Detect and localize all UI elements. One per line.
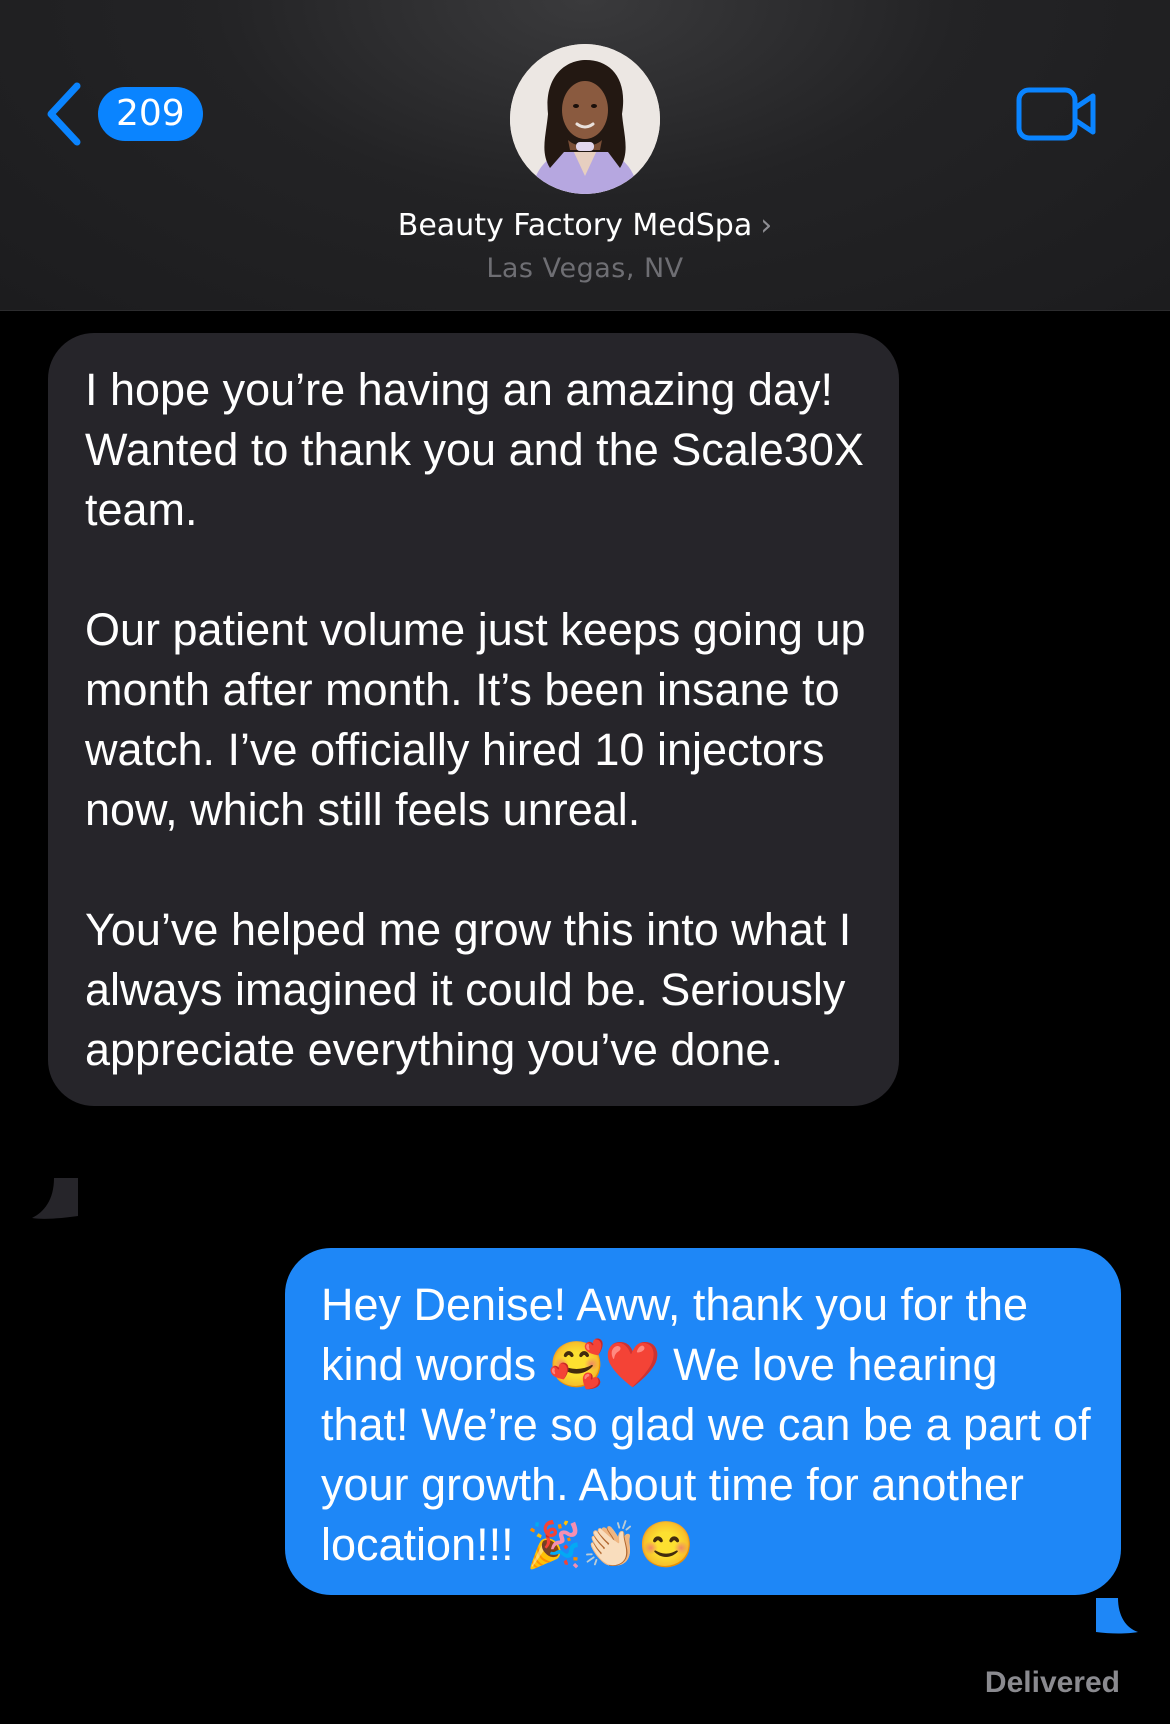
chevron-left-icon xyxy=(47,82,81,146)
incoming-message-bubble[interactable]: I hope you’re having an amazing day! Wan… xyxy=(48,333,899,1106)
incoming-bubble-tail xyxy=(32,1178,78,1219)
contact-name: Beauty Factory MedSpa xyxy=(397,208,753,243)
avatar[interactable] xyxy=(510,44,660,194)
unread-count-badge: 209 xyxy=(98,87,203,141)
outgoing-bubble-tail xyxy=(1096,1598,1138,1634)
chevron-right-icon: › xyxy=(760,208,773,243)
conversation-header: 209 Beauty Factory MedSpa › Las Vegas, N… xyxy=(0,0,1170,311)
video-camera-icon xyxy=(1016,87,1096,141)
contact-info: Beauty Factory MedSpa › Las Vegas, NV xyxy=(0,208,1170,284)
outgoing-message-bubble[interactable]: Hey Denise! Aww, thank you for the kind … xyxy=(285,1248,1121,1595)
contact-photo xyxy=(510,44,660,194)
facetime-video-button[interactable] xyxy=(1016,86,1098,146)
delivery-status: Delivered xyxy=(984,1666,1120,1699)
back-button[interactable]: 209 xyxy=(44,82,203,146)
contact-name-link[interactable]: Beauty Factory MedSpa › xyxy=(398,208,772,243)
contact-subtitle: Las Vegas, NV xyxy=(486,253,684,284)
